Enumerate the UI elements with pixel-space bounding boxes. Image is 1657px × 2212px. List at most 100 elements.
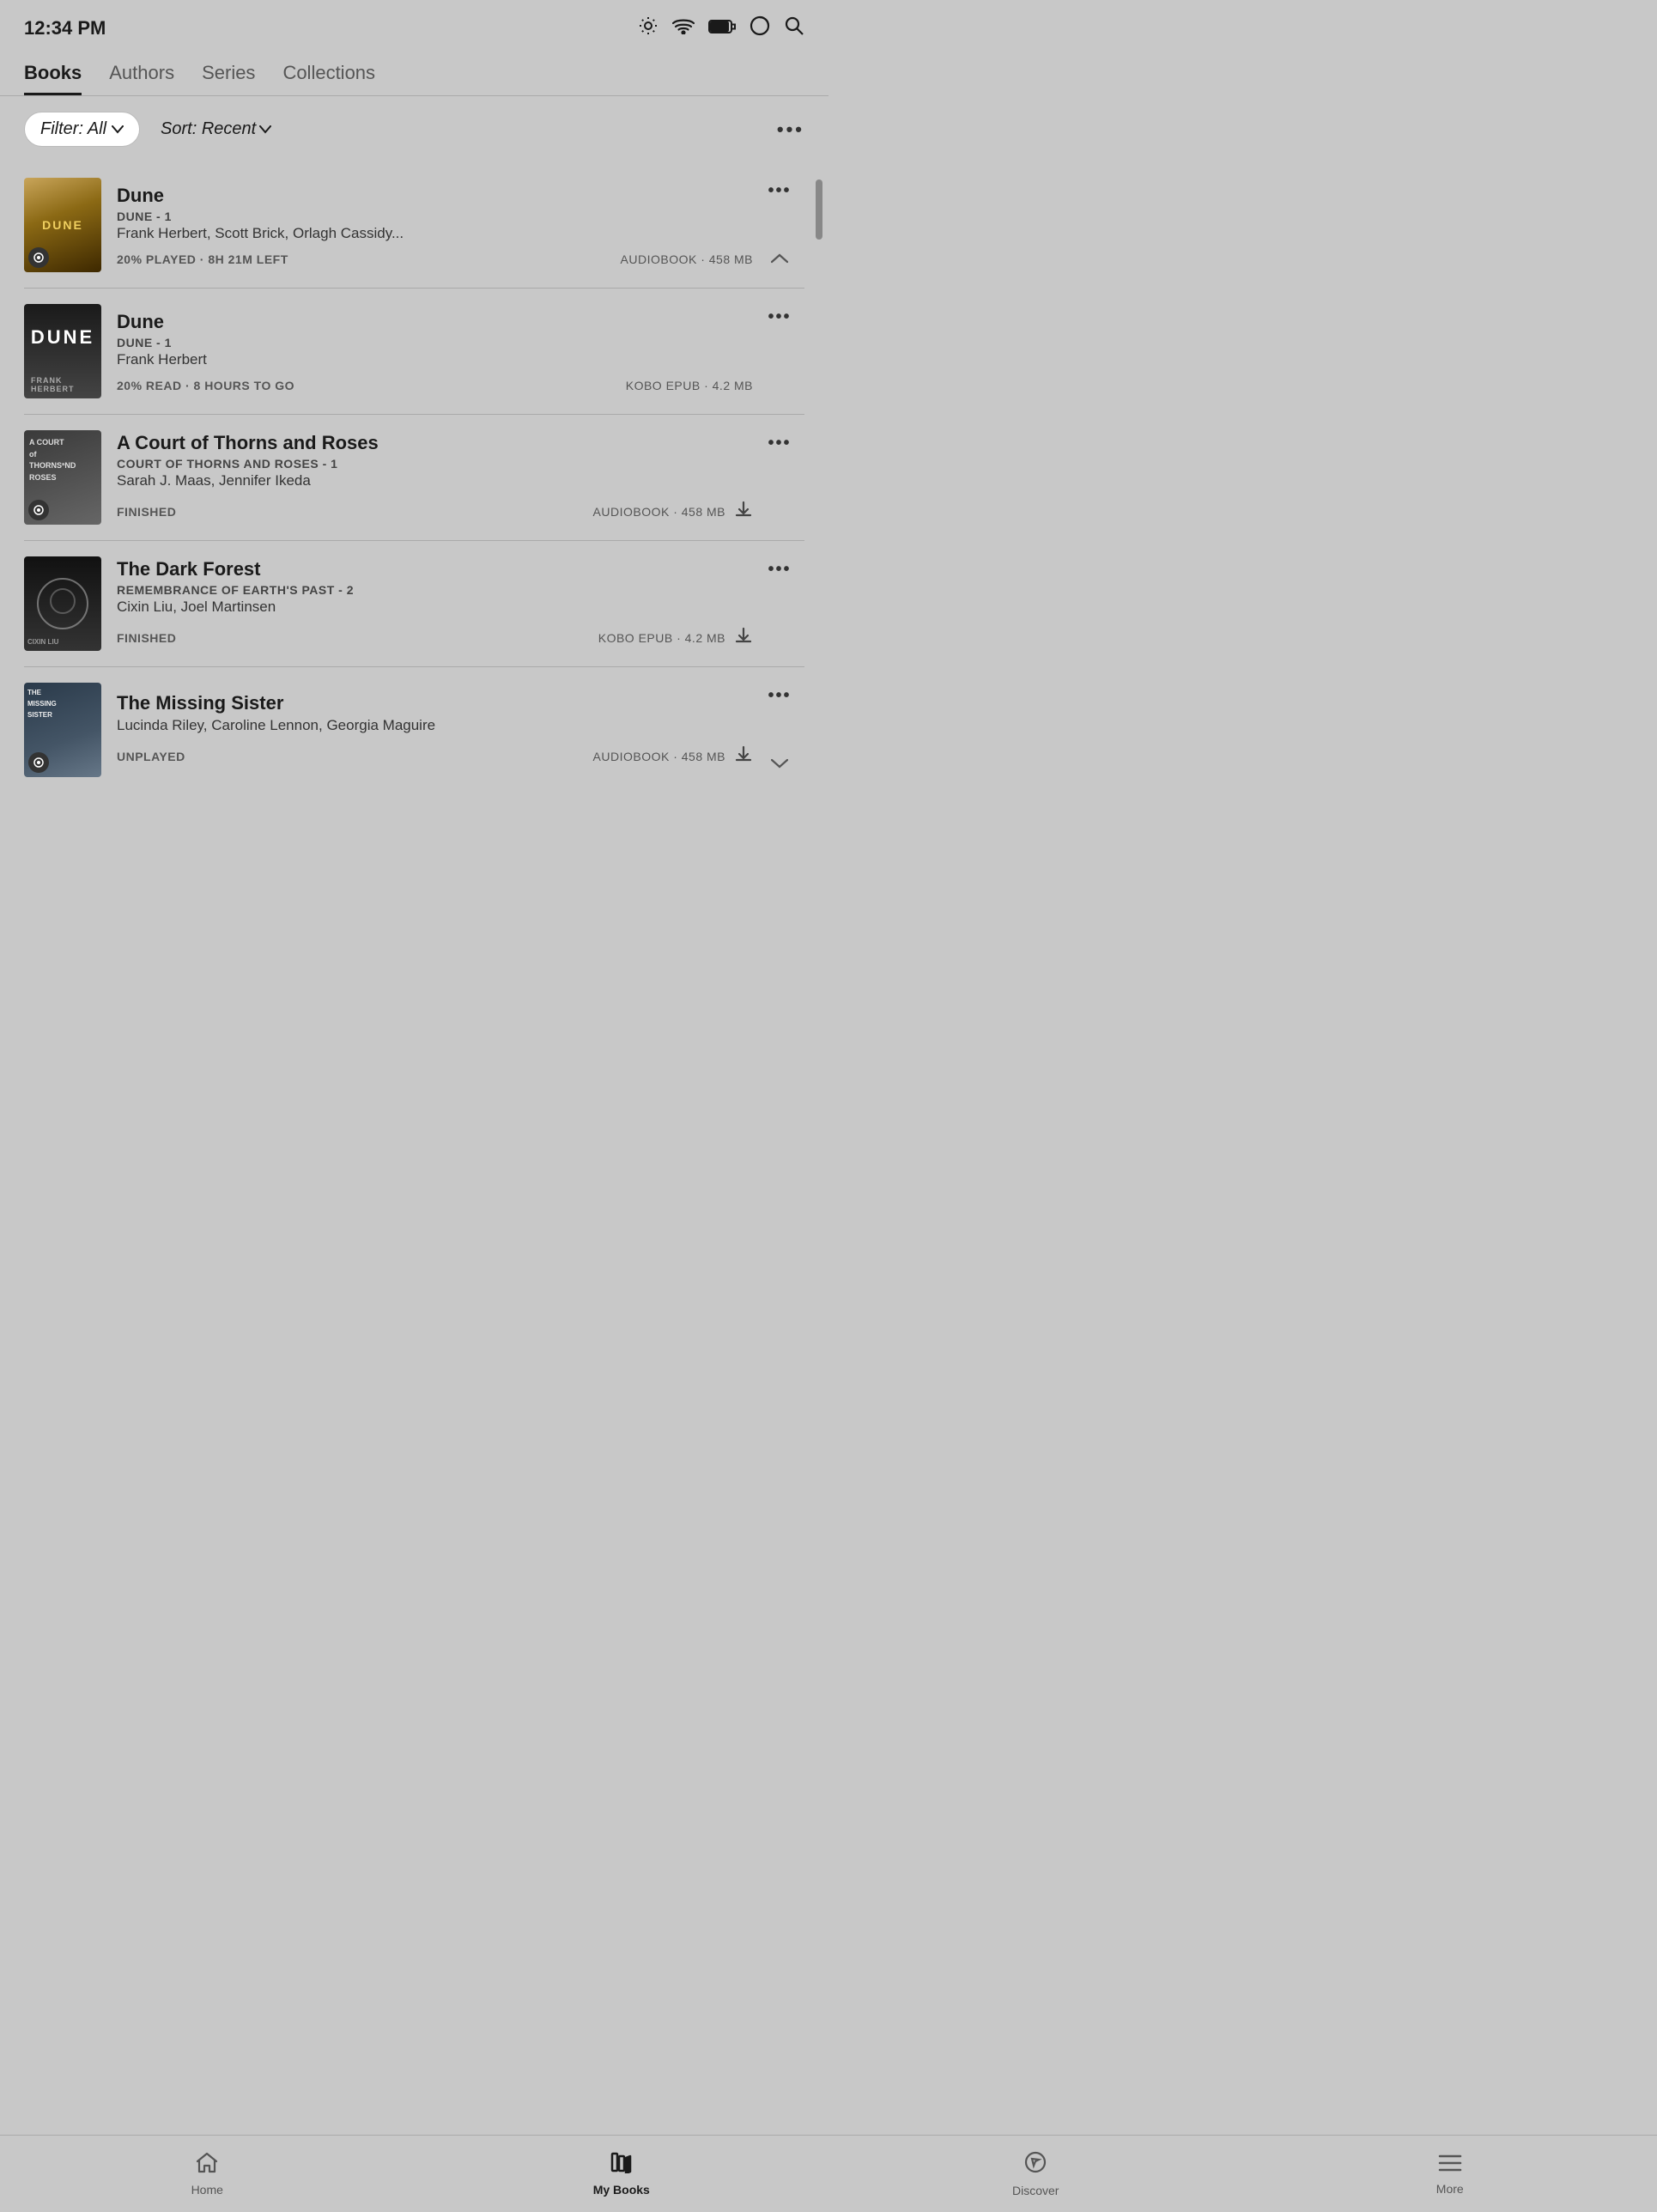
- sort-button[interactable]: Sort: Recent: [161, 119, 271, 139]
- bottom-nav: Home My Books Discover: [0, 2135, 1657, 2212]
- book-info-dune-epub: Dune DUNE - 1 Frank Herbert 20% READ · 8…: [117, 304, 762, 398]
- book-title: A Court of Thorns and Roses: [117, 432, 753, 454]
- cover-text: TheMissingSister: [27, 688, 57, 720]
- tab-authors[interactable]: Authors: [109, 62, 174, 95]
- list-item[interactable]: TheMissingSister The Missing Sister Luci…: [24, 667, 804, 793]
- book-author: Sarah J. Maas, Jennifer Ikeda: [117, 472, 753, 489]
- book-title: Dune: [117, 185, 753, 207]
- nav-item-my-books[interactable]: My Books: [415, 2151, 829, 2197]
- book-more-button[interactable]: •••: [768, 181, 791, 201]
- format-download-group: KOBO EPUB · 4.2 MB: [598, 626, 753, 650]
- home-icon: [195, 2151, 219, 2179]
- book-format: KOBO EPUB · 4.2 MB: [626, 379, 753, 392]
- book-meta: FINISHED AUDIOBOOK · 458 MB: [117, 500, 753, 524]
- book-actions-dark-forest: •••: [762, 556, 804, 651]
- book-meta: 20% READ · 8 HOURS TO GO KOBO EPUB · 4.2…: [117, 379, 753, 392]
- book-actions-missing-sister: •••: [762, 683, 804, 777]
- book-series: DUNE - 1: [117, 210, 753, 223]
- tab-series[interactable]: Series: [202, 62, 255, 95]
- audiobook-badge: [28, 500, 49, 520]
- audiobook-badge: [28, 752, 49, 773]
- book-format: AUDIOBOOK · 458 MB: [621, 252, 753, 266]
- search-icon[interactable]: [784, 15, 804, 41]
- download-button[interactable]: [734, 744, 753, 769]
- book-more-button[interactable]: •••: [768, 434, 791, 453]
- book-meta: FINISHED KOBO EPUB · 4.2 MB: [117, 626, 753, 650]
- brightness-icon: [638, 15, 659, 41]
- book-status: 20% READ · 8 HOURS TO GO: [117, 379, 294, 392]
- nav-label-discover: Discover: [1012, 2184, 1059, 2197]
- scrollbar-thumb[interactable]: [816, 179, 822, 240]
- list-item[interactable]: FRANK HERBERT Dune DUNE - 1 Frank Herber…: [24, 289, 804, 415]
- nav-item-more[interactable]: More: [1243, 2152, 1657, 2196]
- books-scroll-container: Dune DUNE - 1 Frank Herbert, Scott Brick…: [0, 162, 828, 1021]
- filter-sort-controls: Filter: All Sort: Recent: [24, 112, 271, 147]
- book-more-button[interactable]: •••: [768, 686, 791, 706]
- book-title: The Dark Forest: [117, 558, 753, 580]
- audiobook-badge: [28, 247, 49, 268]
- books-list: Dune DUNE - 1 Frank Herbert, Scott Brick…: [0, 162, 828, 793]
- book-status: FINISHED: [117, 631, 176, 645]
- scrollbar-track: [813, 162, 825, 1021]
- format-download-group: AUDIOBOOK · 458 MB: [593, 744, 753, 769]
- book-format: KOBO EPUB · 4.2 MB: [598, 631, 725, 645]
- book-series: REMEMBRANCE OF EARTH'S PAST - 2: [117, 583, 753, 597]
- nav-label-my-books: My Books: [593, 2183, 650, 2197]
- book-status: 20% PLAYED · 8H 21M LEFT: [117, 252, 288, 266]
- wifi-icon: [672, 17, 695, 40]
- nav-label-more: More: [1436, 2182, 1464, 2196]
- book-title: Dune: [117, 311, 753, 333]
- book-meta: UNPLAYED AUDIOBOOK · 458 MB: [117, 744, 753, 769]
- collapse-icon[interactable]: [771, 246, 788, 269]
- tab-collections[interactable]: Collections: [282, 62, 375, 95]
- nav-tabs: Books Authors Series Collections: [0, 52, 828, 96]
- my-books-icon: [610, 2151, 634, 2179]
- book-cover-missing-sister: TheMissingSister: [24, 683, 101, 777]
- book-info-dune-audio: Dune DUNE - 1 Frank Herbert, Scott Brick…: [117, 178, 762, 272]
- chevron-down-icon: [112, 125, 124, 134]
- nav-item-home[interactable]: Home: [0, 2151, 415, 2197]
- sort-label-text: Sort: Recent: [161, 119, 256, 139]
- book-cover-dark-forest: CIXIN LIU: [24, 556, 101, 651]
- list-item[interactable]: Dune DUNE - 1 Frank Herbert, Scott Brick…: [24, 162, 804, 289]
- cover-decoration-2: [50, 588, 76, 614]
- tab-books[interactable]: Books: [24, 62, 82, 95]
- status-time: 12:34 PM: [24, 17, 106, 40]
- download-button[interactable]: [734, 626, 753, 650]
- book-cover-dune-epub: FRANK HERBERT: [24, 304, 101, 398]
- book-status: FINISHED: [117, 505, 176, 519]
- filter-button[interactable]: Filter: All: [24, 112, 140, 147]
- chevron-down-sort-icon: [259, 125, 271, 134]
- nav-item-discover[interactable]: Discover: [828, 2150, 1243, 2197]
- sync-icon[interactable]: [750, 15, 770, 41]
- book-more-button[interactable]: •••: [768, 307, 791, 327]
- book-series: COURT OF THORNS AND ROSES - 1: [117, 457, 753, 471]
- download-button[interactable]: [734, 500, 753, 524]
- format-download-group: AUDIOBOOK · 458 MB: [593, 500, 753, 524]
- status-bar: 12:34 PM: [0, 0, 828, 52]
- book-cover-dune-audio: [24, 178, 101, 272]
- book-actions-dune-audio: •••: [762, 178, 804, 272]
- status-icons: [638, 15, 804, 41]
- more-options-button[interactable]: •••: [777, 118, 804, 141]
- book-title: The Missing Sister: [117, 692, 753, 714]
- book-format: AUDIOBOOK · 458 MB: [593, 505, 725, 519]
- list-item[interactable]: CIXIN LIU The Dark Forest REMEMBRANCE OF…: [24, 541, 804, 667]
- discover-icon: [1023, 2150, 1047, 2180]
- book-info-dark-forest: The Dark Forest REMEMBRANCE OF EARTH'S P…: [117, 556, 762, 651]
- book-author: Cixin Liu, Joel Martinsen: [117, 599, 753, 616]
- book-format: AUDIOBOOK · 458 MB: [593, 750, 725, 763]
- book-series: DUNE - 1: [117, 336, 753, 349]
- book-actions-acotar: •••: [762, 430, 804, 525]
- book-info-missing-sister: The Missing Sister Lucinda Riley, Caroli…: [117, 683, 762, 777]
- filter-bar: Filter: All Sort: Recent •••: [0, 96, 828, 162]
- more-icon: [1438, 2152, 1462, 2179]
- battery-icon: [708, 17, 736, 40]
- book-author: Frank Herbert, Scott Brick, Orlagh Cassi…: [117, 225, 753, 242]
- nav-label-home: Home: [191, 2183, 223, 2197]
- list-item[interactable]: A Court of Thorns and Roses COURT OF THO…: [24, 415, 804, 541]
- book-actions-dune-epub: •••: [762, 304, 804, 398]
- book-author: Lucinda Riley, Caroline Lennon, Georgia …: [117, 717, 753, 734]
- book-more-button[interactable]: •••: [768, 560, 791, 580]
- expand-icon[interactable]: [771, 751, 788, 774]
